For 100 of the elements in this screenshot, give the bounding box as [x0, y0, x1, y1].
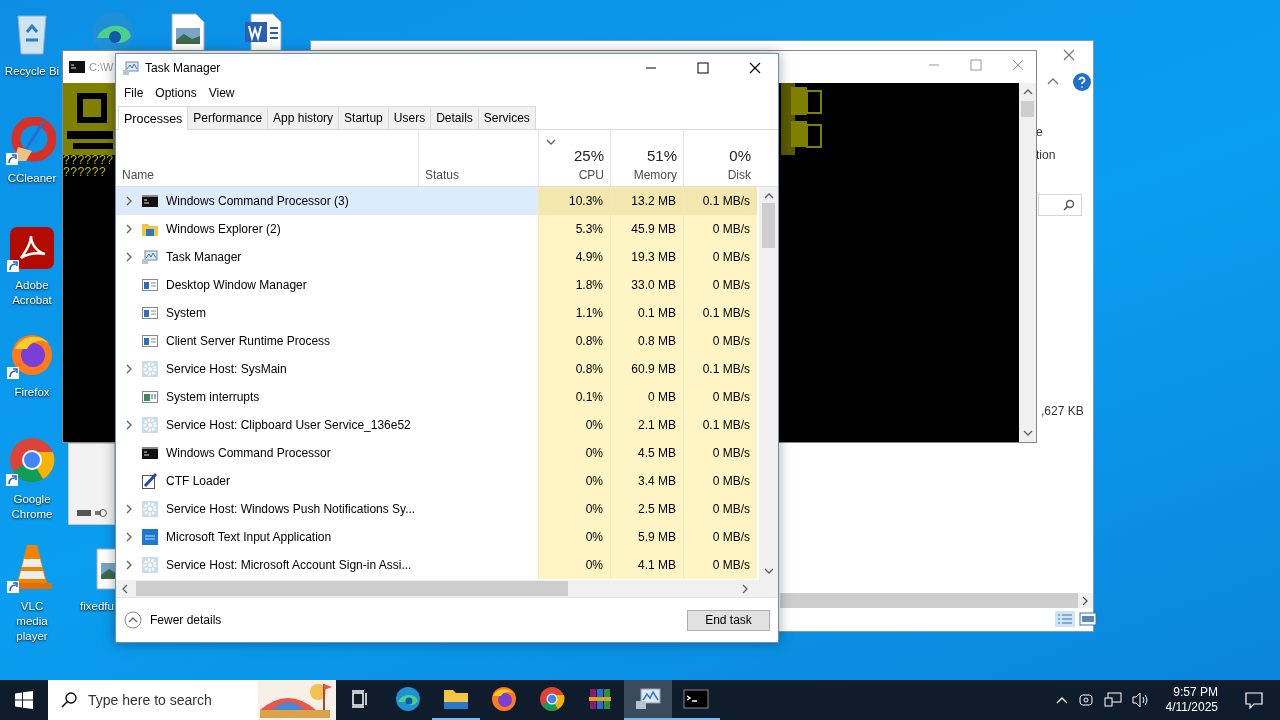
tab[interactable]: App history [267, 106, 340, 129]
process-row[interactable]: Service Host: Windows Push Notifications Sy... [116, 495, 418, 523]
people-icon[interactable] [1077, 692, 1094, 708]
disk-cell: 0 MB/s [683, 271, 757, 299]
column-header[interactable]: Name [122, 168, 412, 182]
chevron-right-icon [124, 560, 134, 570]
fewer-details-button[interactable]: Fewer details [124, 611, 687, 629]
chevron-down-icon [1022, 428, 1033, 438]
process-row[interactable]: Service Host: Clipboard User Service_136e52 [116, 411, 418, 439]
process-name: System interrupts [166, 390, 260, 404]
horizontal-scrollbar[interactable] [116, 580, 778, 597]
cpu-cell: 4.9% [538, 243, 610, 271]
process-row[interactable]: CTF Loader [116, 467, 418, 495]
process-row[interactable]: Client Server Runtime Process [116, 327, 418, 355]
column-total: 25% [573, 147, 604, 164]
chrome-icon [539, 686, 565, 712]
memory-cell: 0.1 MB [610, 299, 683, 327]
memory-cell: 19.3 MB [610, 243, 683, 271]
tab[interactable]: Services [477, 106, 536, 129]
process-row[interactable]: System [116, 299, 418, 327]
process-row[interactable]: Task Manager [116, 243, 418, 271]
monitor-icon [142, 250, 158, 264]
chevron-right-icon [124, 420, 134, 430]
scrollbar-thumb[interactable] [762, 203, 775, 248]
chevron-right-icon [124, 224, 134, 234]
process-row[interactable]: System interrupts [116, 383, 418, 411]
close-icon [749, 62, 761, 74]
disk-cell: 0 MB/s [683, 327, 757, 355]
close-icon[interactable] [1063, 49, 1075, 61]
large-icons-view-icon[interactable] [1079, 611, 1097, 627]
memory-cell: 0 MB [610, 383, 683, 411]
disk-cell: 0 MB/s [683, 551, 757, 579]
notification-icon[interactable] [1245, 691, 1263, 709]
search-field[interactable]: Type here to search [48, 680, 258, 720]
tab[interactable]: Startup [338, 106, 389, 129]
column-header[interactable]: Memory [633, 168, 677, 182]
column-header[interactable]: Status [425, 168, 532, 182]
search-field[interactable] [1038, 194, 1082, 216]
memory-cell: 0.8 MB [610, 327, 683, 355]
books-icon [588, 687, 612, 711]
taskbar-app-button[interactable] [624, 680, 672, 720]
process-name: Service Host: Windows Push Notifications Sy... [166, 502, 416, 516]
device-icons-drawing [77, 508, 107, 518]
firefox-icon [491, 686, 517, 712]
process-row[interactable]: Windows Command Processor (3) [116, 187, 418, 215]
explorer-text: tion [1036, 148, 1056, 162]
column-total: 0% [729, 147, 751, 164]
window-title: C:\W [89, 61, 114, 73]
help-icon[interactable] [1073, 73, 1091, 91]
monitor-icon [123, 61, 139, 75]
process-row[interactable]: Microsoft Text Input Application [116, 523, 418, 551]
vertical-scrollbar[interactable] [759, 187, 778, 580]
end-task-button[interactable]: End task [687, 609, 770, 631]
scrollbar-thumb[interactable] [1021, 101, 1034, 117]
cpu-cell: 1.1% [538, 299, 610, 327]
process-name: Windows Explorer (2) [166, 222, 281, 236]
menu-item[interactable]: View [202, 86, 241, 100]
gear-icon [142, 361, 158, 377]
cpu-cell: 5.3% [538, 215, 610, 243]
tab[interactable]: Details [430, 106, 479, 129]
speaker-icon[interactable] [1131, 692, 1150, 708]
scrollbar-thumb[interactable] [136, 581, 568, 596]
tab[interactable]: Performance [187, 106, 269, 129]
process-row[interactable]: Windows Explorer (2) [116, 215, 418, 243]
network-icon[interactable] [1103, 692, 1122, 708]
cpu-cell: 0.8% [538, 327, 610, 355]
tab[interactable]: Processes [118, 106, 189, 130]
chevron-down-icon [763, 566, 774, 576]
cpu-cell: 0% [538, 551, 610, 579]
vertical-scrollbar[interactable] [1019, 83, 1036, 442]
clock[interactable]: 9:57 PM 4/11/2025 [1159, 685, 1224, 715]
process-row[interactable]: Service Host: SysMain [116, 355, 418, 383]
search-icon [1063, 199, 1075, 211]
process-row[interactable]: Desktop Window Manager [116, 271, 418, 299]
maximize-icon [697, 62, 709, 74]
folder-icon [142, 222, 158, 236]
monitor-icon [635, 687, 661, 711]
cpu-cell: 0% [538, 467, 610, 495]
horizontal-scrollbar[interactable] [780, 593, 1093, 608]
process-name: Service Host: Microsoft Account Sign-in Assi... [166, 558, 412, 572]
column-header[interactable]: Disk [727, 168, 751, 182]
memory-cell: 4.5 MB [610, 439, 683, 467]
close-icon[interactable] [1012, 59, 1024, 71]
column-header[interactable]: CPU [578, 168, 604, 182]
console-icon [142, 194, 158, 208]
menu-item[interactable]: File [118, 86, 150, 100]
disk-cell: 0 MB/s [683, 523, 757, 551]
pen-icon [142, 473, 158, 489]
keyboard-icon [142, 529, 158, 545]
process-row[interactable]: Service Host: Microsoft Account Sign-in Assi... [116, 551, 418, 579]
tab[interactable]: Users [387, 106, 432, 129]
process-row[interactable]: Windows Command Processor [116, 439, 418, 467]
chevron-up-icon [763, 191, 774, 201]
process-name: Client Server Runtime Process [166, 334, 331, 348]
task-view-icon [350, 690, 370, 708]
disk-cell: 0.1 MB/s [683, 355, 757, 383]
console-icon [142, 446, 158, 460]
process-name: Windows Command Processor (3) [166, 194, 349, 208]
process-name: Service Host: SysMain [166, 362, 287, 376]
menu-item[interactable]: Options [149, 86, 203, 100]
